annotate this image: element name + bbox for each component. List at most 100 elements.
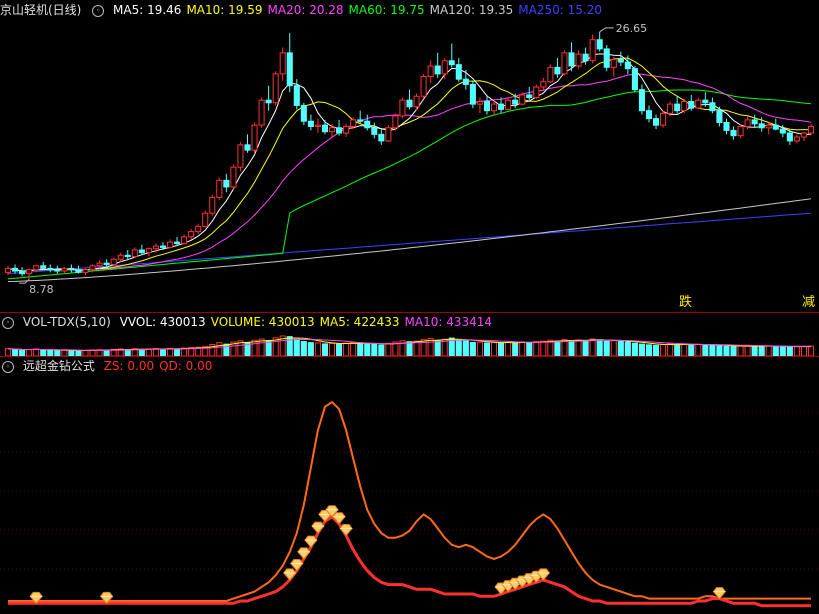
- candle: [688, 94, 695, 111]
- volume-panel[interactable]: ◦ VOL-TDX(5,10) VVOL: 430013 VOLUME: 4300…: [0, 312, 819, 356]
- volume-bar: [159, 348, 167, 356]
- candle: [434, 52, 441, 78]
- volume-bar: [343, 342, 350, 356]
- collapse-circle-icon[interactable]: ◦: [2, 316, 14, 329]
- volume-bar: [779, 346, 786, 356]
- candle: [237, 142, 244, 172]
- candle: [230, 164, 237, 190]
- price-legend-0: MA5: 19.46: [113, 3, 182, 17]
- volume-bar: [533, 341, 540, 356]
- candle: [652, 114, 660, 130]
- volume-bar: [413, 340, 420, 356]
- volume-bar: [145, 348, 152, 356]
- diamond-icon: [297, 547, 311, 560]
- candle: [336, 119, 343, 136]
- volume-bar: [631, 342, 638, 356]
- volume-bar: [371, 343, 378, 356]
- indicator-panel[interactable]: ◦ 远超金钻公式 ZS: 0.00 QD: 0.00: [0, 356, 819, 614]
- volume-bar: [336, 343, 343, 356]
- diamond-icon: [304, 535, 318, 548]
- volume-bar: [350, 341, 357, 356]
- volume-bar: [681, 343, 688, 356]
- indicator-header: ◦ 远超金钻公式 ZS: 0.00 QD: 0.00: [0, 356, 217, 376]
- candle: [540, 77, 547, 91]
- volume-bar: [505, 341, 512, 356]
- candle: [399, 97, 406, 119]
- volume-bar: [751, 345, 758, 356]
- collapse-circle-icon[interactable]: ◦: [2, 360, 14, 373]
- volume-bar: [476, 341, 483, 356]
- volume-legend-0: VVOL: 430013: [119, 315, 206, 329]
- candle: [554, 58, 561, 78]
- candle: [117, 252, 124, 262]
- volume-bar: [462, 340, 469, 356]
- volume-bar: [568, 339, 575, 356]
- candle: [209, 194, 216, 216]
- volume-bar: [469, 341, 476, 356]
- candle: [188, 228, 195, 240]
- candle: [462, 69, 469, 90]
- volume-bar: [554, 340, 561, 356]
- candle: [793, 134, 800, 144]
- price-legend-4: MA120: 19.35: [429, 3, 514, 17]
- candle: [265, 85, 272, 111]
- volume-bar: [793, 346, 800, 356]
- volume-bar: [737, 345, 744, 356]
- indicator-legend-0: ZS: 0.00: [103, 359, 155, 373]
- candle: [202, 210, 209, 228]
- candle: [47, 264, 54, 273]
- candle: [392, 113, 399, 131]
- volume-bar: [800, 346, 807, 356]
- volume-bar: [807, 345, 815, 356]
- candle: [68, 264, 75, 273]
- volume-bar: [596, 339, 603, 356]
- volume-bar: [730, 346, 737, 356]
- candle: [321, 119, 329, 135]
- high-price-label: 26.65: [616, 22, 648, 35]
- volume-bar: [758, 345, 765, 356]
- collapse-circle-icon[interactable]: ◦: [92, 4, 105, 17]
- price-panel[interactable]: 26.65 8.78 京山轻机(日线) ◦ MA5: 19.46 MA10: 19.…: [0, 0, 819, 312]
- candle: [61, 267, 68, 274]
- candle: [110, 257, 117, 266]
- volume-bar: [483, 342, 491, 356]
- candle: [343, 123, 350, 137]
- candle: [181, 234, 188, 245]
- volume-bar: [174, 348, 181, 356]
- candle: [19, 267, 26, 277]
- volume-bar: [328, 342, 336, 356]
- volume-bar: [589, 338, 596, 356]
- volume-bar: [667, 343, 674, 356]
- candle: [131, 247, 138, 258]
- candle: [723, 118, 730, 135]
- candle: [505, 97, 512, 111]
- candle: [645, 105, 653, 123]
- candle: [561, 50, 568, 76]
- candle: [406, 89, 413, 110]
- volume-bar: [321, 343, 329, 356]
- volume-header: ◦ VOL-TDX(5,10) VVOL: 430013 VOLUME: 4300…: [0, 312, 497, 332]
- price-legend-3: MA60: 19.75: [348, 3, 425, 17]
- candle: [751, 114, 758, 128]
- volume-bar: [223, 343, 230, 356]
- candle: [596, 31, 603, 52]
- candle: [660, 110, 667, 128]
- candle: [730, 126, 737, 140]
- volume-bar: [772, 345, 779, 356]
- candle: [631, 66, 638, 93]
- candle: [526, 87, 533, 101]
- volume-bar: [216, 342, 223, 356]
- volume-bar: [765, 345, 772, 356]
- indicator-chart[interactable]: [0, 356, 819, 614]
- diamond-icon: [332, 512, 346, 525]
- candlestick-chart[interactable]: 26.65 8.78: [0, 0, 819, 312]
- volume-bar: [638, 343, 645, 356]
- candle: [483, 94, 491, 115]
- volume-bar: [786, 346, 793, 356]
- ma5-line: [7, 53, 812, 272]
- volume-bar: [744, 345, 751, 356]
- volume-bar: [526, 341, 533, 356]
- signal-label-reduce: 减: [802, 295, 816, 310]
- candle: [533, 84, 540, 99]
- diamond-icon: [283, 568, 297, 581]
